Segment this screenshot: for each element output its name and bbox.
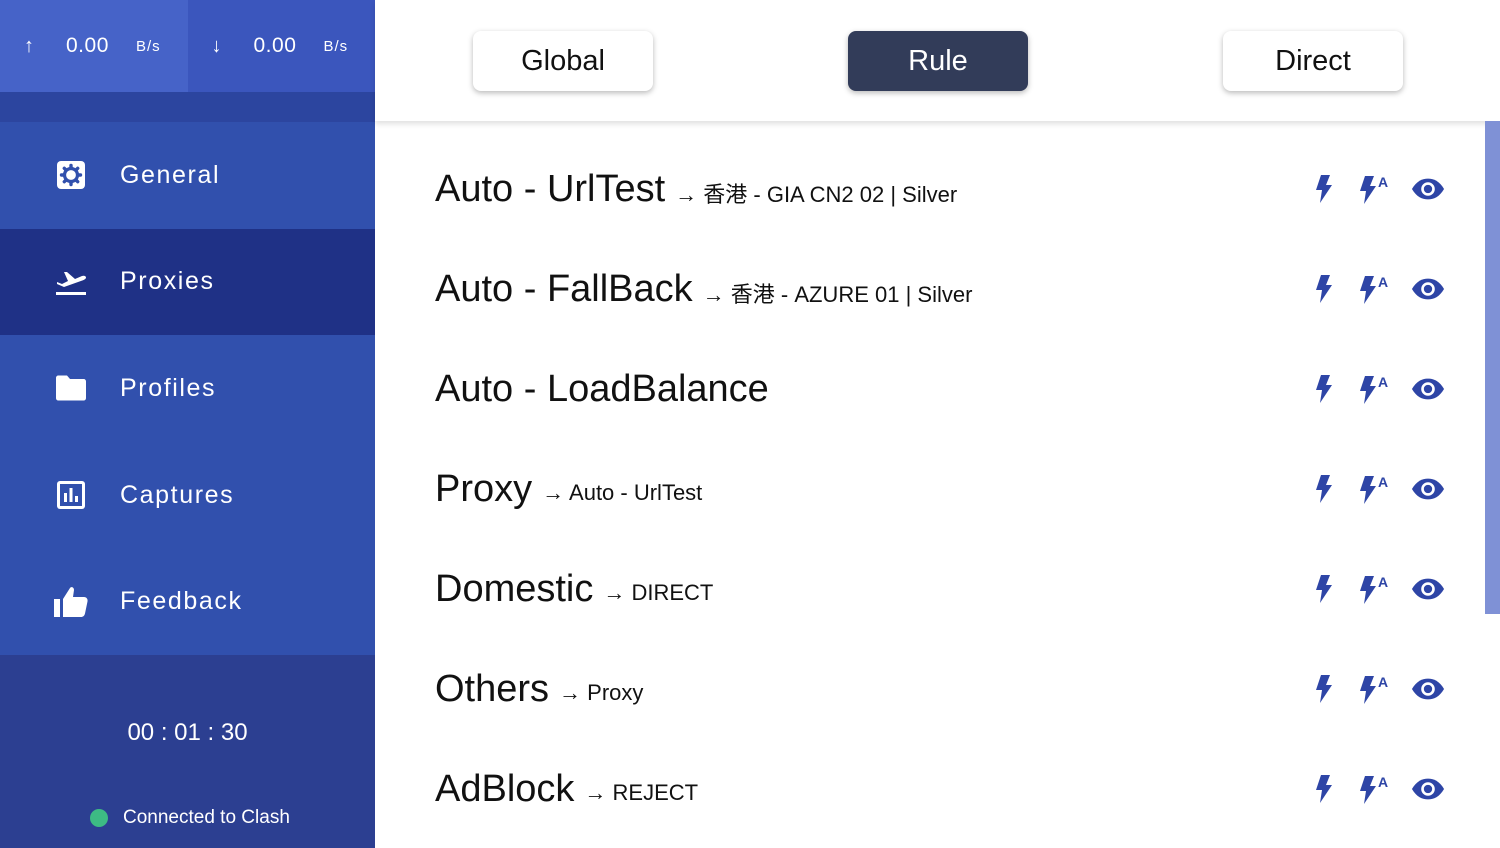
sidebar-item-label: Profiles (120, 373, 217, 402)
sidebar-item-label: Feedback (120, 587, 243, 616)
latency-test-bolt-icon[interactable] (1307, 272, 1341, 306)
sidebar-item-captures[interactable]: Captures (0, 441, 375, 549)
proxy-group-actions: A (1307, 439, 1445, 539)
sidebar-nav: General Proxies Profiles Captures Feedba… (0, 122, 375, 655)
proxy-group-name: AdBlock (435, 767, 575, 810)
proxy-group-selected: → DIRECT (603, 580, 714, 605)
mode-direct-button[interactable]: Direct (1223, 31, 1403, 91)
upload-arrow-icon: ↑ (24, 34, 34, 57)
plane-departure-icon (53, 264, 89, 300)
auto-latency-bolt-icon[interactable]: A (1359, 372, 1393, 406)
svg-text:A: A (1378, 174, 1388, 190)
status-dot-icon (90, 809, 108, 827)
proxy-group-name: Auto - LoadBalance (435, 367, 769, 410)
svg-text:A: A (1378, 474, 1388, 490)
proxy-group-row[interactable]: Auto - LoadBalance A (435, 339, 1445, 439)
proxy-group-selected: → 香港 - GIA CN2 02 | Silver (675, 182, 958, 207)
mode-global-button[interactable]: Global (473, 31, 653, 91)
upload-speed-unit: B/s (136, 37, 161, 55)
svg-text:A: A (1378, 774, 1388, 790)
view-proxies-eye-icon[interactable] (1411, 572, 1445, 606)
proxy-group-row[interactable]: Auto - FallBack → 香港 - AZURE 01 | Silver… (435, 239, 1445, 339)
latency-test-bolt-icon[interactable] (1307, 572, 1341, 606)
mode-rule-button[interactable]: Rule (848, 31, 1028, 91)
proxy-group-row[interactable]: Others → Proxy A (435, 639, 1445, 739)
auto-latency-bolt-icon[interactable]: A (1359, 672, 1393, 706)
auto-latency-bolt-icon[interactable]: A (1359, 572, 1393, 606)
download-arrow-icon: ↓ (211, 34, 222, 57)
proxy-group-name: Others (435, 667, 550, 710)
latency-test-bolt-icon[interactable] (1307, 372, 1341, 406)
uptime-timer: 00 : 01 : 30 (127, 719, 248, 746)
sidebar-footer: 00 : 01 : 30 Connected to Clash (0, 655, 375, 848)
scrollbar-thumb[interactable] (1485, 121, 1500, 614)
view-proxies-eye-icon[interactable] (1411, 372, 1445, 406)
sidebar-item-label: General (120, 160, 221, 189)
auto-latency-bolt-icon[interactable]: A (1359, 772, 1393, 806)
sidebar-item-general[interactable]: General (0, 122, 375, 229)
proxy-group-actions: A (1307, 739, 1445, 839)
view-proxies-eye-icon[interactable] (1411, 472, 1445, 506)
download-speed-unit: B/s (323, 37, 349, 55)
connection-status-label: Connected to Clash (123, 807, 290, 828)
auto-latency-bolt-icon[interactable]: A (1359, 472, 1393, 506)
view-proxies-eye-icon[interactable] (1411, 172, 1445, 206)
thumbs-up-icon (53, 584, 89, 620)
proxy-group-actions: A (1307, 139, 1445, 239)
svg-text:A: A (1378, 274, 1388, 290)
latency-test-bolt-icon[interactable] (1307, 672, 1341, 706)
proxy-mode-bar: Global Rule Direct (375, 0, 1500, 121)
svg-text:A: A (1378, 674, 1388, 690)
sidebar-item-proxies[interactable]: Proxies (0, 228, 375, 336)
sidebar-item-label: Proxies (120, 267, 215, 296)
proxy-group-name: Auto - UrlTest (435, 167, 666, 210)
proxy-group-list: Auto - UrlTest → 香港 - GIA CN2 02 | Silve… (375, 121, 1500, 848)
sidebar-item-label: Captures (120, 480, 235, 509)
proxy-group-name: Proxy (435, 467, 533, 510)
download-speed: ↓ 0.00 B/s (187, 0, 375, 92)
proxy-group-row[interactable]: Auto - UrlTest → 香港 - GIA CN2 02 | Silve… (435, 139, 1445, 239)
download-speed-value: 0.00 (253, 34, 297, 57)
sidebar: ↑ 0.00 B/s ↓ 0.00 B/s General Proxies Pr… (0, 0, 375, 848)
proxy-group-row[interactable]: Proxy → Auto - UrlTest A (435, 439, 1445, 539)
traffic-speed-bar: ↑ 0.00 B/s ↓ 0.00 B/s (0, 0, 375, 92)
latency-test-bolt-icon[interactable] (1307, 772, 1341, 806)
proxy-group-name: Domestic (435, 567, 594, 610)
latency-test-bolt-icon[interactable] (1307, 172, 1341, 206)
latency-test-bolt-icon[interactable] (1307, 472, 1341, 506)
view-proxies-eye-icon[interactable] (1411, 772, 1445, 806)
bar-chart-icon (53, 477, 89, 513)
folder-icon (53, 370, 89, 406)
proxy-group-selected: → REJECT (584, 780, 699, 805)
proxy-group-actions: A (1307, 239, 1445, 339)
proxy-group-name: Auto - FallBack (435, 267, 693, 310)
sidebar-item-feedback[interactable]: Feedback (0, 548, 375, 655)
proxy-group-row[interactable]: Domestic → DIRECT A (435, 539, 1445, 639)
proxy-group-actions: A (1307, 539, 1445, 639)
svg-text:A: A (1378, 574, 1388, 590)
view-proxies-eye-icon[interactable] (1411, 672, 1445, 706)
svg-text:A: A (1378, 374, 1388, 390)
proxy-group-selected: → Proxy (559, 680, 644, 705)
upload-speed: ↑ 0.00 B/s (0, 0, 188, 92)
proxy-group-actions: A (1307, 339, 1445, 439)
proxy-group-selected: → Auto - UrlTest (542, 480, 703, 505)
proxy-group-row[interactable]: AdBlock → REJECT A (435, 739, 1445, 839)
view-proxies-eye-icon[interactable] (1411, 272, 1445, 306)
proxy-group-actions: A (1307, 639, 1445, 739)
clash-app: ↑ 0.00 B/s ↓ 0.00 B/s General Proxies Pr… (0, 0, 1500, 848)
auto-latency-bolt-icon[interactable]: A (1359, 272, 1393, 306)
auto-latency-bolt-icon[interactable]: A (1359, 172, 1393, 206)
upload-speed-value: 0.00 (66, 34, 109, 57)
sidebar-item-profiles[interactable]: Profiles (0, 335, 375, 442)
connection-status: Connected to Clash (90, 807, 290, 829)
proxy-group-selected: → 香港 - AZURE 01 | Silver (702, 282, 973, 307)
gear-icon (53, 157, 89, 193)
sidebar-spacer (0, 92, 375, 122)
